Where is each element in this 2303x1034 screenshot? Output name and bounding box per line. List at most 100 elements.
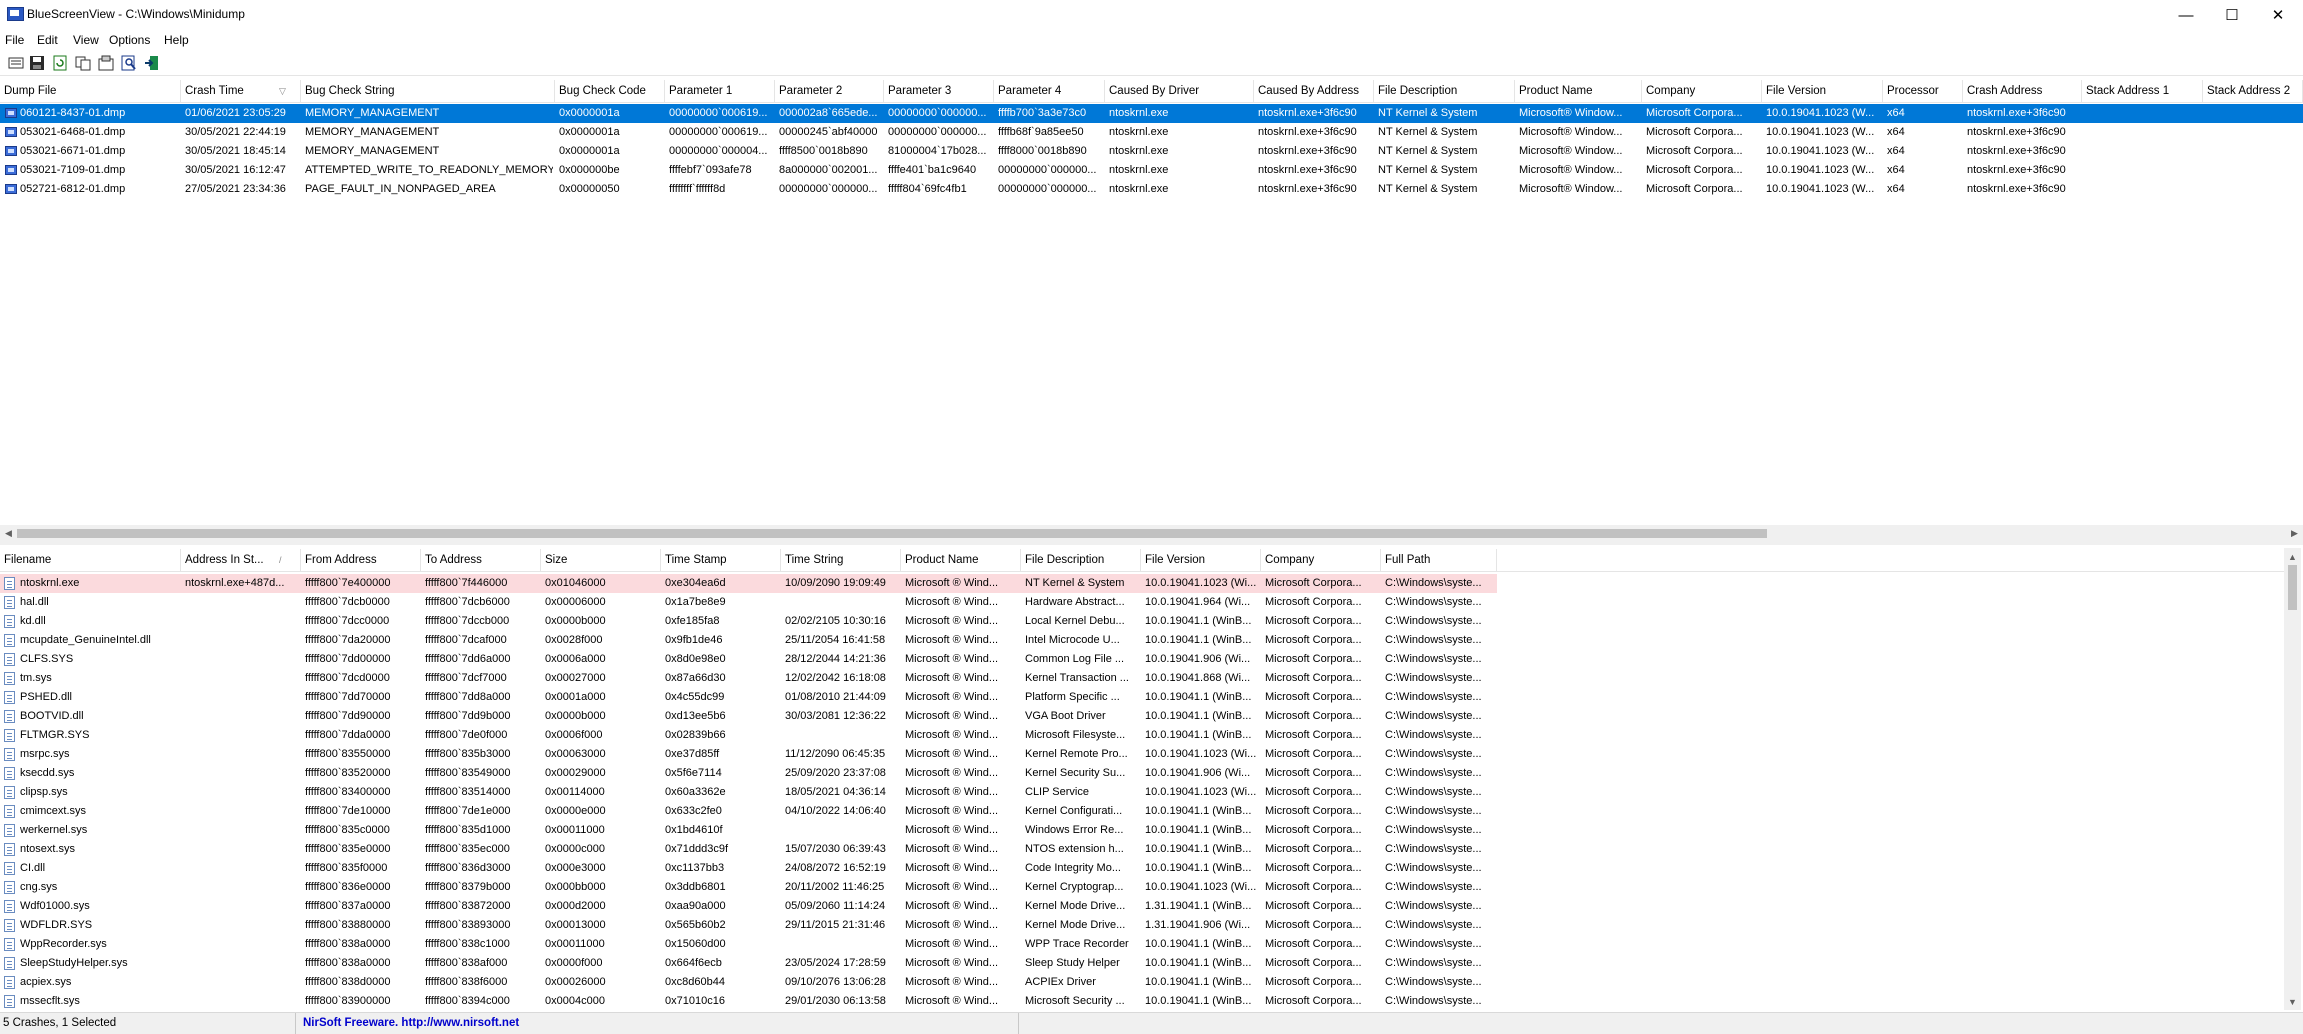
minimize-button[interactable]: — xyxy=(2163,0,2209,30)
column-header-stack-address-2[interactable]: Stack Address 2 xyxy=(2203,80,2303,102)
driver-row[interactable]: kd.dll fffff800`7dcc0000 fffff800`7dccb000… xyxy=(0,612,2303,631)
scroll-right-arrow-icon[interactable]: ▶ xyxy=(2286,525,2303,542)
driver-row[interactable]: tm.sys fffff800`7dcd0000 fffff800`7dcf7000… xyxy=(0,669,2303,688)
column-header-file-version[interactable]: File Version xyxy=(1762,80,1883,102)
menu-help[interactable]: Help xyxy=(164,33,189,47)
menu-edit[interactable]: Edit xyxy=(37,33,58,47)
driver-row[interactable]: werkernel.sys fffff800`835c0000 fffff800`8… xyxy=(0,821,2303,840)
column-header-time-stamp[interactable]: Time Stamp xyxy=(661,549,781,571)
column-header-parameter-4[interactable]: Parameter 4 xyxy=(994,80,1105,102)
driver-row[interactable]: acpiex.sys fffff800`838d0000 fffff800`838f… xyxy=(0,973,2303,992)
cell-company: Microsoft Corpora... xyxy=(1265,805,1362,817)
horizontal-scroll-thumb[interactable] xyxy=(17,529,1767,538)
column-header-filename[interactable]: Filename xyxy=(0,549,181,571)
cell-crash-address: ntoskrnl.exe+3f6c90 xyxy=(1967,164,2066,176)
crash-row[interactable]: 053021-6671-01.dmp 30/05/2021 18:45:14 MEM… xyxy=(0,142,2303,161)
column-header-to-address[interactable]: To Address xyxy=(421,549,541,571)
column-header-file-version[interactable]: File Version xyxy=(1141,549,1261,571)
driver-list-vertical-scrollbar[interactable]: ▲ ▼ xyxy=(2284,548,2301,1010)
scroll-left-arrow-icon[interactable]: ◀ xyxy=(0,525,17,542)
cell-time-stamp: 0x87a66d30 xyxy=(665,672,726,684)
column-header-time-string[interactable]: Time String xyxy=(781,549,901,571)
scroll-up-arrow-icon[interactable]: ▲ xyxy=(2284,548,2301,565)
driver-list-header: Filename Address In St... / From Address To … xyxy=(0,549,2284,572)
column-header-bug-check-code[interactable]: Bug Check Code xyxy=(555,80,665,102)
crash-row[interactable]: 053021-6468-01.dmp 30/05/2021 22:44:19 MEM… xyxy=(0,123,2303,142)
driver-row[interactable]: BOOTVID.dll fffff800`7dd90000 fffff800`7dd… xyxy=(0,707,2303,726)
cell-file-description: NT Kernel & System xyxy=(1378,164,1478,176)
driver-row[interactable]: mcupdate_GenuineIntel.dll fffff800`7da200… xyxy=(0,631,2303,650)
driver-row[interactable]: msrpc.sys fffff800`83550000 fffff800`835b3… xyxy=(0,745,2303,764)
driver-row[interactable]: ntosext.sys fffff800`835e0000 fffff800`835… xyxy=(0,840,2303,859)
close-button[interactable]: ✕ xyxy=(2255,0,2301,30)
crash-row[interactable]: 060121-8437-01.dmp 01/06/2021 23:05:29 MEM… xyxy=(0,104,2303,123)
column-header-crash-time[interactable]: Crash Time ▽ xyxy=(181,80,301,102)
driver-row[interactable]: hal.dll fffff800`7dcb0000 fffff800`7dcb600… xyxy=(0,593,2303,612)
scroll-down-arrow-icon[interactable]: ▼ xyxy=(2284,993,2301,1010)
driver-row[interactable]: WDFLDR.SYS fffff800`83880000 fffff800`8389… xyxy=(0,916,2303,935)
crash-row[interactable]: 053021-7109-01.dmp 30/05/2021 16:12:47 ATT… xyxy=(0,161,2303,180)
cell-file-version: 10.0.19041.1 (WinB... xyxy=(1145,843,1252,855)
save-icon[interactable] xyxy=(29,55,45,71)
column-header-product-name[interactable]: Product Name xyxy=(1515,80,1642,102)
column-header-size[interactable]: Size xyxy=(541,549,661,571)
menu-view[interactable]: View xyxy=(73,33,99,47)
driver-row[interactable]: CI.dll fffff800`835f0000 fffff800`836d3000… xyxy=(0,859,2303,878)
column-header-company[interactable]: Company xyxy=(1261,549,1381,571)
menu-file[interactable]: File xyxy=(5,33,24,47)
column-header-crash-address[interactable]: Crash Address xyxy=(1963,80,2082,102)
column-header-parameter-2[interactable]: Parameter 2 xyxy=(775,80,884,102)
column-header-file-description[interactable]: File Description xyxy=(1021,549,1141,571)
column-header-dump-file[interactable]: Dump File xyxy=(0,80,181,102)
cell-time-string: 20/11/2002 11:46:25 xyxy=(785,881,885,893)
exit-icon[interactable] xyxy=(144,55,160,71)
properties-icon[interactable] xyxy=(8,55,24,71)
column-header-company[interactable]: Company xyxy=(1642,80,1762,102)
vertical-scroll-thumb[interactable] xyxy=(2288,565,2297,610)
column-header-processor[interactable]: Processor xyxy=(1883,80,1963,102)
driver-row[interactable]: cmimcext.sys fffff800`7de10000 fffff800`7d… xyxy=(0,802,2303,821)
cell-file-description: Microsoft Security ... xyxy=(1025,995,1125,1007)
column-header-label: File Version xyxy=(1766,85,1827,97)
column-header-bug-check-string[interactable]: Bug Check String xyxy=(301,80,555,102)
column-header-stack-address-1[interactable]: Stack Address 1 xyxy=(2082,80,2203,102)
driver-row[interactable]: cng.sys fffff800`836e0000 fffff800`8379b00… xyxy=(0,878,2303,897)
driver-row[interactable]: ksecdd.sys fffff800`83520000 fffff800`8354… xyxy=(0,764,2303,783)
crash-row[interactable]: 052721-6812-01.dmp 27/05/2021 23:34:36 PAG… xyxy=(0,180,2303,199)
column-header-file-description[interactable]: File Description xyxy=(1374,80,1515,102)
menu-options[interactable]: Options xyxy=(109,33,150,47)
column-header-full-path[interactable]: Full Path xyxy=(1381,549,1497,571)
find-icon[interactable] xyxy=(121,55,137,71)
column-header-label: Stack Address 2 xyxy=(2207,85,2291,97)
cell-from-address: fffff800`838d0000 xyxy=(305,976,391,988)
column-header-product-name[interactable]: Product Name xyxy=(901,549,1021,571)
cell-caused-by-driver: ntoskrnl.exe xyxy=(1109,164,1169,176)
copy-icon[interactable] xyxy=(75,55,91,71)
driver-file-icon xyxy=(4,729,15,742)
driver-row[interactable]: clipsp.sys fffff800`83400000 fffff800`8351… xyxy=(0,783,2303,802)
column-header-caused-by-address[interactable]: Caused By Address xyxy=(1254,80,1374,102)
pane-splitter[interactable] xyxy=(0,542,2303,545)
driver-row[interactable]: FLTMGR.SYS fffff800`7dda0000 fffff800`7de0… xyxy=(0,726,2303,745)
column-header-caused-by-driver[interactable]: Caused By Driver xyxy=(1105,80,1254,102)
driver-row[interactable]: WppRecorder.sys fffff800`838a0000 fffff800… xyxy=(0,935,2303,954)
refresh-icon[interactable] xyxy=(52,55,68,71)
maximize-button[interactable]: ☐ xyxy=(2209,0,2255,30)
nirsoft-link[interactable]: NirSoft Freeware. http://www.nirsoft.net xyxy=(295,1013,1019,1034)
driver-row[interactable]: SleepStudyHelper.sys fffff800`838a0000 fff… xyxy=(0,954,2303,973)
html-report-icon[interactable] xyxy=(98,55,114,71)
driver-row[interactable]: PSHED.dll fffff800`7dd70000 fffff800`7dd8a… xyxy=(0,688,2303,707)
driver-row[interactable]: mssecflt.sys fffff800`83900000 fffff800`83… xyxy=(0,992,2303,1011)
column-header-address-in-st[interactable]: Address In St... / xyxy=(181,549,301,571)
crash-list-horizontal-scrollbar[interactable]: ◀ ▶ xyxy=(0,525,2303,542)
cell-time-stamp: 0xc8d60b44 xyxy=(665,976,725,988)
cell-address-in-st xyxy=(185,821,299,840)
column-header-from-address[interactable]: From Address xyxy=(301,549,421,571)
cell-caused-by-driver: ntoskrnl.exe xyxy=(1109,107,1169,119)
driver-row[interactable]: ntoskrnl.exe ntoskrnl.exe+487d... fffff800… xyxy=(0,574,2303,593)
column-header-parameter-3[interactable]: Parameter 3 xyxy=(884,80,994,102)
cell-full-path: C:\Windows\syste... xyxy=(1385,824,1482,836)
driver-row[interactable]: Wdf01000.sys fffff800`837a0000 fffff800`83… xyxy=(0,897,2303,916)
driver-row[interactable]: CLFS.SYS fffff800`7dd00000 fffff800`7dd6a0… xyxy=(0,650,2303,669)
column-header-parameter-1[interactable]: Parameter 1 xyxy=(665,80,775,102)
